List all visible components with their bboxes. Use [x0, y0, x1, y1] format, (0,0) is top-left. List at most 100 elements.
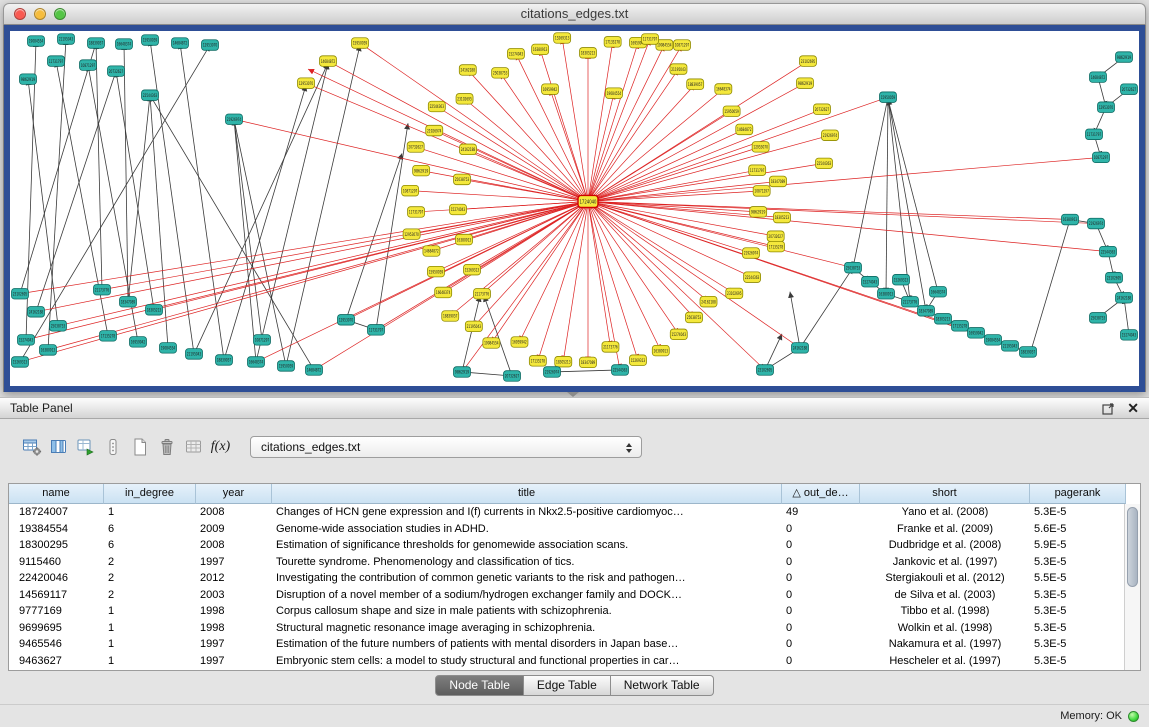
graph-node[interactable]: 17135278 [529, 356, 546, 367]
graph-node[interactable]: 9862919 [413, 165, 430, 176]
graph-node[interactable]: 12953070 [752, 142, 769, 153]
graph-node[interactable]: 15950059 [352, 38, 369, 49]
graph-node[interactable]: 15269313 [12, 357, 29, 368]
graph-node[interactable]: 15274043 [862, 276, 879, 287]
edit-columns-icon[interactable] [72, 435, 99, 459]
graph-node[interactable]: 11731797 [749, 165, 766, 176]
graph-node[interactable]: 20732627 [767, 231, 784, 242]
scrollbar-thumb[interactable] [1127, 507, 1138, 587]
graph-node[interactable]: 11731797 [48, 56, 65, 67]
table-row[interactable]: 946362711997Embryonic stem cells: a mode… [9, 653, 1140, 670]
graph-node[interactable]: 10871297 [402, 185, 419, 196]
graph-node[interactable]: 11731797 [1086, 129, 1103, 140]
float-panel-icon[interactable] [1102, 402, 1115, 415]
tab-network-table[interactable]: Network Table [611, 675, 714, 696]
graph-node[interactable]: 11731797 [642, 34, 659, 45]
graph-node[interactable]: 21926974 [822, 130, 839, 141]
column-header-name[interactable]: name [9, 484, 104, 504]
graph-node[interactable]: 10871297 [674, 40, 691, 51]
zoom-window-button[interactable] [54, 8, 66, 20]
close-window-button[interactable] [14, 8, 26, 20]
function-builder-icon[interactable]: f(x) [207, 435, 234, 459]
column-header-title[interactable]: title [272, 484, 782, 504]
graph-node[interactable]: 21926974 [426, 125, 443, 136]
graph-node[interactable]: 23102695 [800, 56, 817, 67]
graph-node[interactable]: 20732627 [814, 104, 831, 115]
graph-node[interactable]: 16380913 [878, 288, 895, 299]
new-file-icon[interactable] [126, 435, 153, 459]
tab-node-table[interactable]: Node Table [435, 675, 524, 696]
graph-node[interactable]: 24162188 [792, 343, 809, 354]
graph-node[interactable]: 18305213 [935, 314, 952, 325]
graph-node[interactable]: 22544363 [1100, 246, 1117, 257]
show-columns-icon[interactable] [45, 435, 72, 459]
graph-node[interactable]: 24162188 [1116, 292, 1133, 303]
graph-node[interactable]: 10871297 [1093, 152, 1110, 163]
table-row[interactable]: 1872400712008Changes of HCN gene express… [9, 504, 1140, 521]
graph-node[interactable]: 20732627 [407, 142, 424, 153]
graph-node[interactable]: 23102695 [757, 365, 774, 376]
graph-node[interactable]: 18305213 [580, 48, 597, 59]
graph-node[interactable]: 15269313 [464, 264, 481, 275]
graph-node[interactable]: 18305213 [774, 212, 791, 223]
graph-node[interactable]: 14684872 [172, 38, 189, 49]
graph-node[interactable]: 21926974 [544, 367, 561, 378]
graph-node[interactable]: 22544363 [612, 365, 629, 376]
graph-node[interactable]: 14684872 [423, 246, 440, 257]
graph-node[interactable]: 16648374 [435, 287, 452, 298]
graph-node[interactable]: 21926974 [226, 114, 243, 125]
graph-node[interactable]: 15950059 [278, 361, 295, 372]
delete-icon[interactable] [153, 435, 180, 459]
graph-node[interactable]: 16648374 [715, 84, 732, 95]
graph-node[interactable]: 21195043 [186, 349, 203, 360]
graph-node[interactable]: 23102695 [12, 288, 29, 299]
graph-node[interactable]: 12953070 [298, 78, 315, 89]
graph-node[interactable]: 22544363 [744, 272, 761, 283]
vertical-scrollbar[interactable] [1124, 504, 1140, 670]
graph-node[interactable]: 20732627 [504, 371, 521, 382]
graph-node[interactable]: 15274043 [507, 49, 524, 60]
graph-node[interactable]: 23102695 [1106, 272, 1123, 283]
graph-node[interactable]: 24162188 [460, 144, 477, 155]
graph-node[interactable]: 14684872 [320, 56, 337, 67]
graph-node[interactable]: 15950059 [880, 92, 897, 103]
graph-node[interactable]: 16380913 [456, 234, 473, 245]
graph-node[interactable]: 15950059 [427, 266, 444, 277]
table-row[interactable]: 1938455462009Genome-wide association stu… [9, 521, 1140, 538]
graph-node[interactable]: 24162188 [459, 65, 476, 76]
column-header-out_de[interactable]: △ out_de… [782, 484, 860, 504]
graph-node[interactable]: 14684872 [306, 365, 323, 376]
graph-node[interactable]: 15950059 [723, 106, 740, 117]
graph-node[interactable]: 19084554 [606, 88, 623, 99]
graph-node[interactable]: 21195043 [58, 34, 75, 45]
graph-node[interactable]: 25038753 [50, 321, 67, 332]
minimize-window-button[interactable] [34, 8, 46, 20]
graph-node[interactable]: 11731797 [368, 325, 385, 336]
graph-node[interactable]: 10871297 [80, 60, 97, 71]
graph-node[interactable]: 18839057 [216, 355, 233, 366]
table-row[interactable]: 969969511998Structural magnetic resonanc… [9, 620, 1140, 637]
graph-node[interactable]: 9862919 [1116, 52, 1133, 63]
graph-node[interactable]: 18839057 [442, 311, 459, 322]
graph-node[interactable]: 21195043 [465, 321, 482, 332]
table-row[interactable]: 1456911722003Disruption of a novel membe… [9, 587, 1140, 604]
graph-node[interactable]: 15274043 [18, 335, 35, 346]
graph-node[interactable]: 16380913 [1062, 214, 1079, 225]
graph-node[interactable]: 21173776 [602, 342, 619, 353]
graph-node[interactable]: 17135278 [100, 331, 117, 342]
graph-node[interactable]: 19084554 [28, 36, 45, 47]
hub-node[interactable]: 1724040 [578, 195, 598, 207]
graph-node[interactable]: 24162188 [28, 307, 45, 318]
graph-node[interactable]: 9862919 [20, 74, 37, 85]
graph-node[interactable]: 16959942 [968, 328, 985, 339]
graph-node[interactable]: 18347089 [770, 176, 787, 187]
graph-node[interactable]: 16648374 [116, 39, 133, 50]
graph-node[interactable]: 22544363 [816, 158, 833, 169]
graph-node[interactable]: 18347089 [120, 296, 137, 307]
table-row[interactable]: 946554611997Estimation of the future num… [9, 636, 1140, 653]
column-header-short[interactable]: short [860, 484, 1030, 504]
graph-node[interactable]: 16959942 [542, 84, 559, 95]
graph-node[interactable]: 17135278 [952, 321, 969, 332]
graph-node[interactable]: 15269313 [554, 33, 571, 44]
graph-node[interactable]: 15274043 [450, 204, 467, 215]
